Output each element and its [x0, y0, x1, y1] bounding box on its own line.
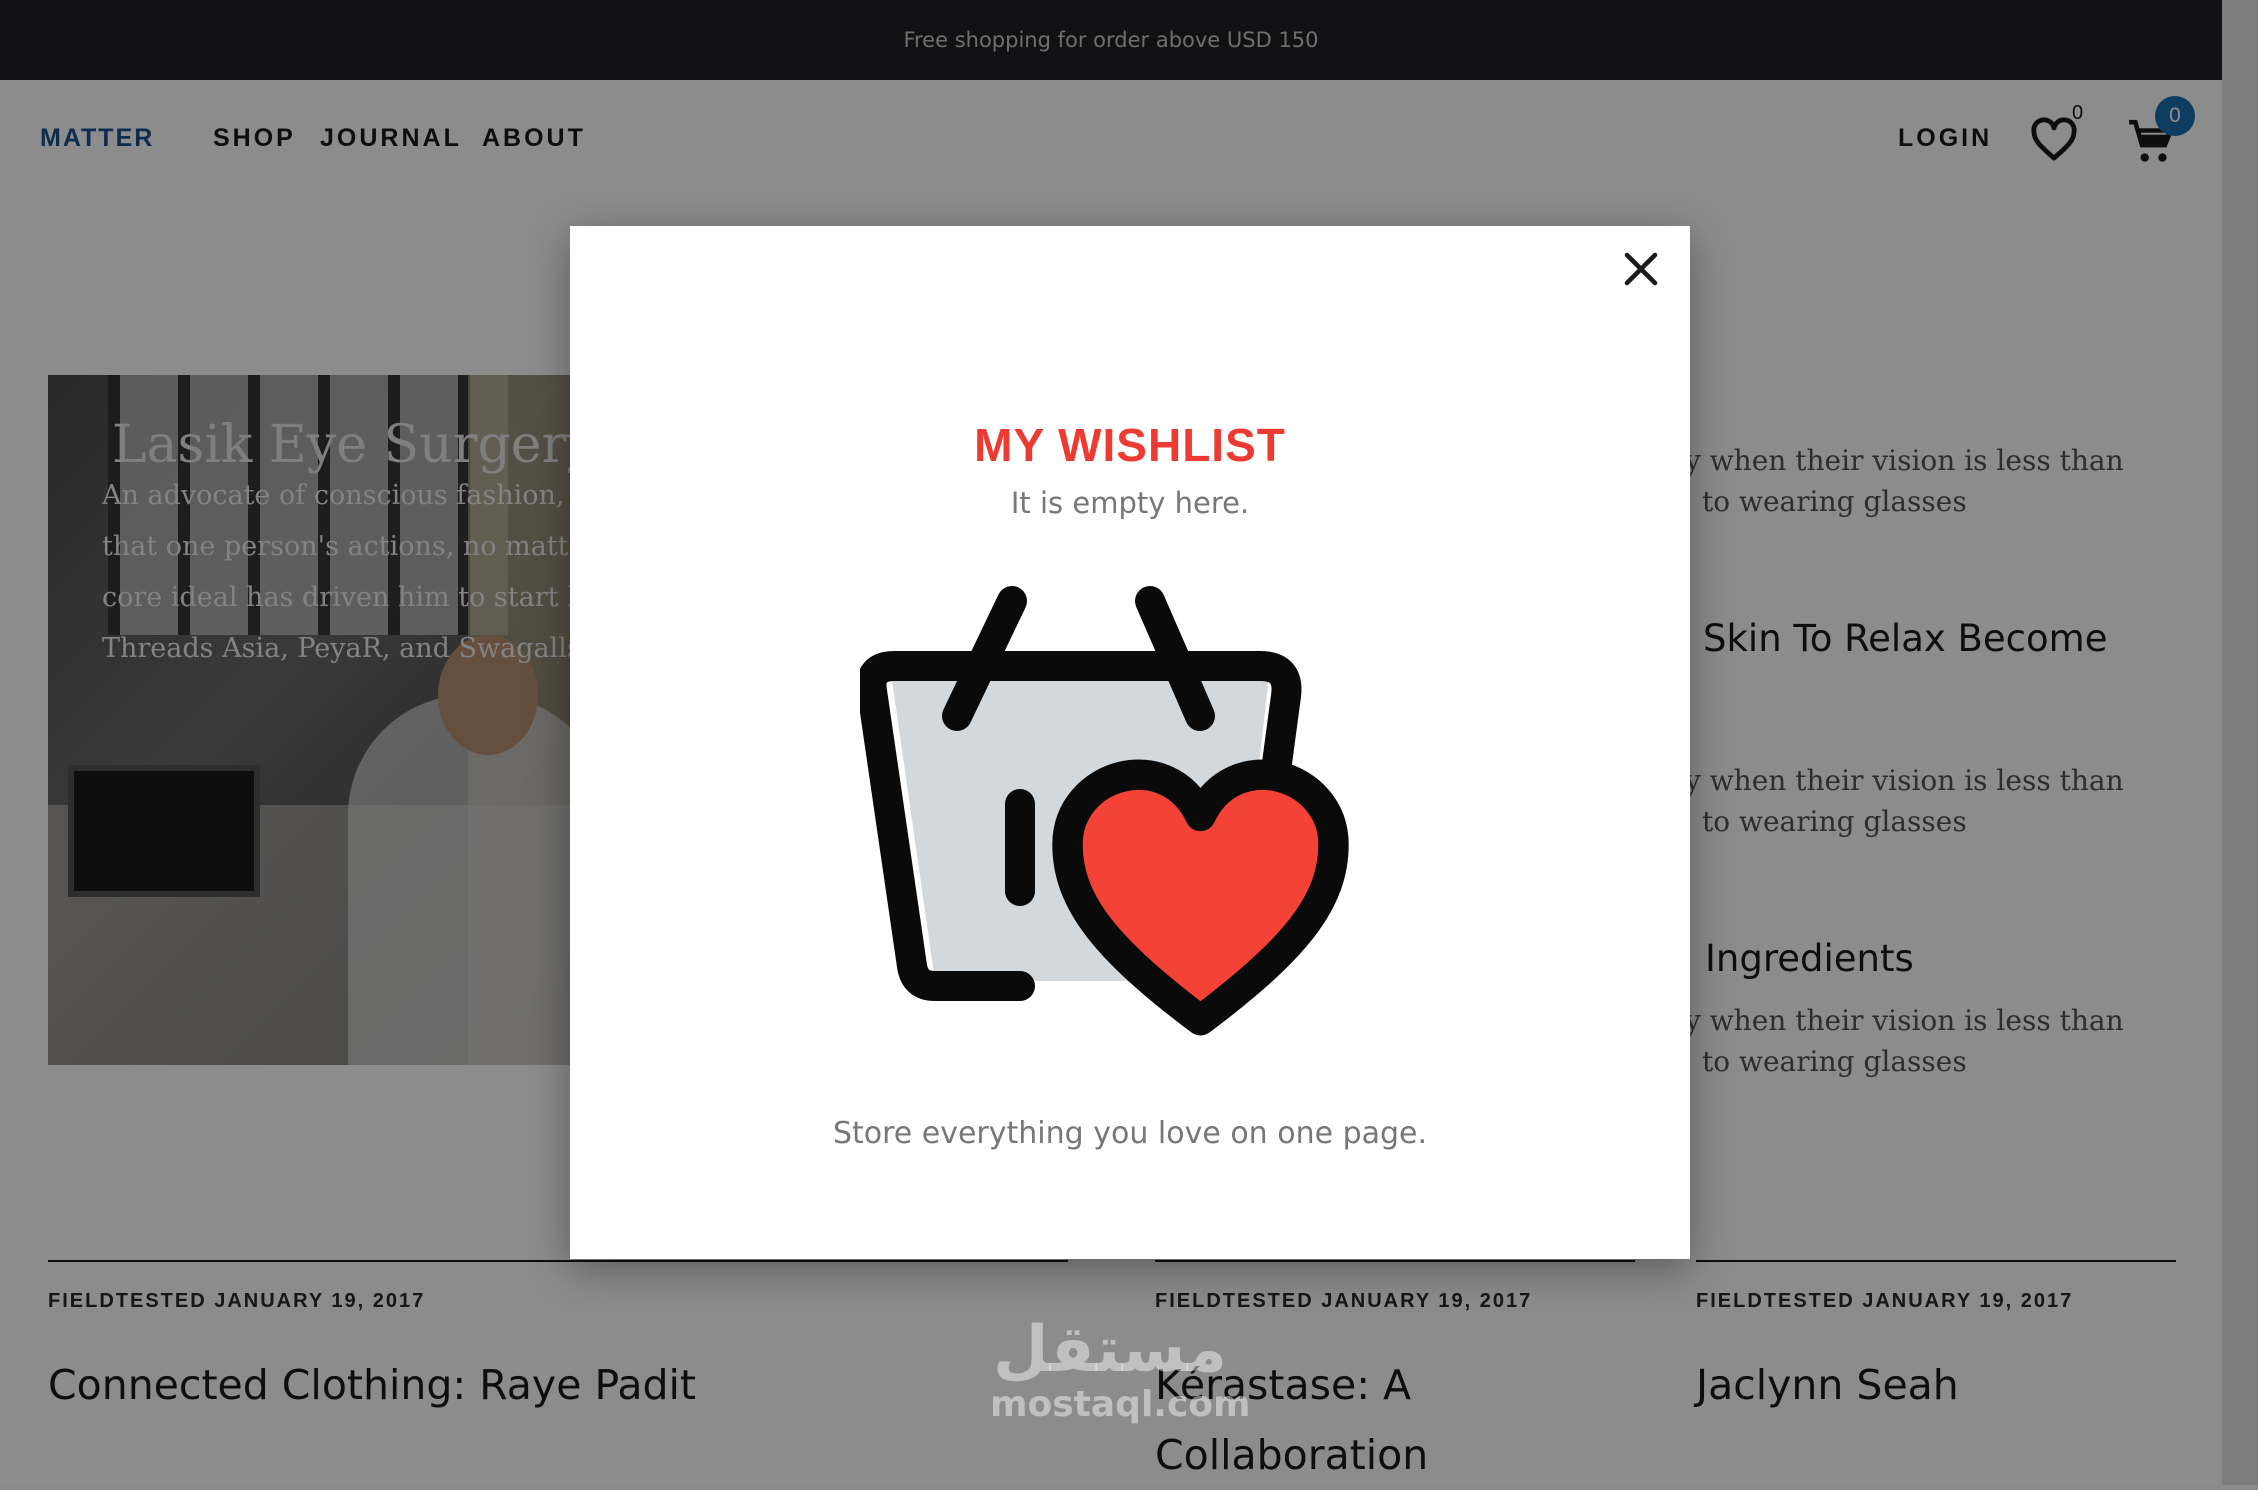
scrollbar[interactable] — [2222, 0, 2258, 1485]
modal-title: MY WISHLIST — [974, 419, 1286, 471]
close-icon[interactable] — [1620, 248, 1662, 290]
empty-basket-heart-icon — [860, 586, 1349, 1036]
watermark-latin: mostaql.com — [990, 1384, 1251, 1425]
modal-subtitle: It is empty here. — [1010, 486, 1250, 520]
modal-footer-text: Store everything you love on one page. — [832, 1116, 1428, 1151]
watermark: مستقل mostaql.com — [990, 1313, 1251, 1425]
wishlist-modal: MY WISHLIST It is empty here. Store ever… — [570, 226, 1690, 1259]
watermark-arabic: مستقل — [992, 1313, 1228, 1387]
